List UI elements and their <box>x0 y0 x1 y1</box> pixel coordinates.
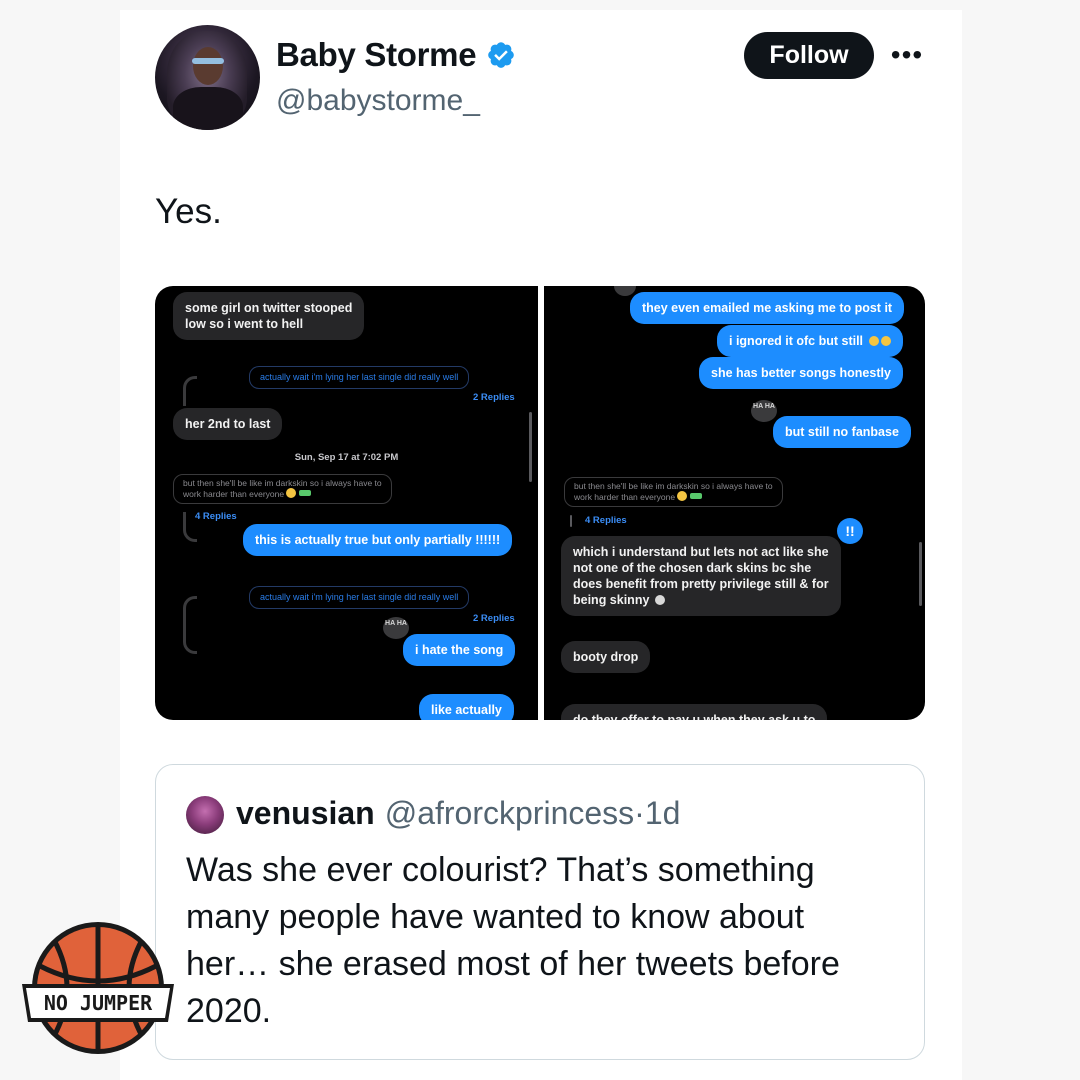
avatar-body <box>173 87 243 130</box>
more-options-icon[interactable]: ••• <box>890 38 924 72</box>
quoted-text: but then she'll be like im darkskin so i… <box>574 481 773 491</box>
reply-preview-pill[interactable]: actually wait i'm lying her last single … <box>249 586 470 609</box>
verified-badge-icon <box>488 42 515 68</box>
quoted-text: work harder than everyone <box>183 489 285 499</box>
message-text: some girl on twitter stooped <box>185 301 353 315</box>
message-bubble: some girl on twitter stooped low so i we… <box>173 292 365 340</box>
reply-count[interactable]: 2 Replies <box>473 613 515 624</box>
message-text: being skinny <box>573 593 650 607</box>
quoted-message[interactable]: but then she'll be like im darkskin so i… <box>173 474 392 504</box>
message-bubble: like actually <box>419 694 514 720</box>
quoted-tweet[interactable]: venusian @afrorckprincess·1d Was she eve… <box>155 764 925 1060</box>
thread-connector <box>183 376 197 406</box>
message-bubble: they even emailed me asking me to post i… <box>630 292 905 324</box>
scrollbar[interactable] <box>919 542 922 606</box>
message-bubble: but still no fanbase <box>773 416 911 448</box>
quoted-message[interactable]: but then she'll be like im darkskin so i… <box>564 477 783 507</box>
smirk-emoji-icon <box>286 488 297 498</box>
message-bubble: which i understand but lets not act like… <box>561 536 841 616</box>
quoted-author-handle: @afrorckprincess·1d <box>385 795 681 832</box>
smirk-emoji-icon <box>677 491 688 501</box>
message-bubble: booty drop <box>561 641 651 673</box>
scrollbar[interactable] <box>529 412 532 482</box>
profile-avatar[interactable] <box>155 25 260 130</box>
thread-connector <box>183 512 197 542</box>
water-gun-emoji-icon <box>690 493 703 499</box>
screenshot-right[interactable]: they even emailed me asking me to post i… <box>544 286 925 720</box>
author-handle[interactable]: @babystorme_ <box>276 84 480 118</box>
message-text: i ignored it ofc but still <box>729 334 864 348</box>
quoted-author-name[interactable]: venusian <box>236 795 375 832</box>
reply-preview-pill[interactable]: actually wait i'm lying her last single … <box>249 366 470 389</box>
avatar-glasses <box>192 58 224 64</box>
tapback-icon[interactable] <box>614 286 636 296</box>
quoted-text: but then she'll be like im darkskin so i… <box>183 478 382 488</box>
timestamp: Sun, Sep 17 at 7:02 PM <box>294 452 399 463</box>
author-name-row[interactable]: Baby Storme <box>276 36 516 74</box>
screenshot-left[interactable]: some girl on twitter stooped low so i we… <box>155 286 538 720</box>
teapot-emoji-icon <box>654 595 665 605</box>
author-display-name[interactable]: Baby Storme <box>276 36 477 74</box>
message-bubble: i ignored it ofc but still <box>717 325 903 357</box>
message-bubble: i hate the song <box>403 634 516 666</box>
quoted-author-row[interactable]: venusian @afrorckprincess·1d <box>236 795 680 832</box>
reply-count[interactable]: 2 Replies <box>473 392 515 403</box>
quoted-handle-text: @afrorckprincess <box>384 795 635 831</box>
message-bubble: do they offer to pay u when they ask u t… <box>561 704 828 720</box>
reply-count[interactable]: 4 Replies <box>585 515 627 526</box>
haha-tapback-icon[interactable]: HA HA <box>383 617 409 639</box>
no-jumper-logo-icon: NO JUMPER <box>22 922 174 1054</box>
message-text: low so i went to hell <box>185 317 304 331</box>
message-bubble: this is actually true but only partially… <box>243 524 513 556</box>
reply-count[interactable]: 4 Replies <box>195 511 237 522</box>
haha-tapback-icon[interactable]: HA HA <box>751 400 777 422</box>
message-text: not one of the chosen dark skins bc she <box>573 561 812 575</box>
thread-connector <box>183 596 197 654</box>
message-bubble: she has better songs honestly <box>699 357 903 389</box>
tweet-media[interactable]: some girl on twitter stooped low so i we… <box>155 286 925 720</box>
message-bubble: her 2nd to last <box>173 408 283 440</box>
water-gun-emoji-icon <box>299 490 312 496</box>
logo-text: NO JUMPER <box>44 991 153 1015</box>
follow-button[interactable]: Follow <box>744 32 874 79</box>
quoted-tweet-text: Was she ever colourist? That’s something… <box>186 851 840 1030</box>
message-text: does benefit from pretty privilege still… <box>573 577 829 591</box>
thread-connector <box>570 515 572 527</box>
tweet-text: Yes. <box>155 192 222 231</box>
quoted-text: work harder than everyone <box>574 492 676 502</box>
quoted-timestamp[interactable]: 1d <box>645 795 681 831</box>
avatar-face <box>193 47 223 85</box>
laughing-emoji-icon <box>880 336 891 346</box>
quoted-author-avatar[interactable] <box>186 796 224 834</box>
laughing-emoji-icon <box>868 336 879 346</box>
message-text: which i understand but lets not act like… <box>573 545 829 559</box>
emphasis-tapback-icon[interactable]: !! <box>837 518 863 544</box>
separator-dot: · <box>634 795 645 831</box>
